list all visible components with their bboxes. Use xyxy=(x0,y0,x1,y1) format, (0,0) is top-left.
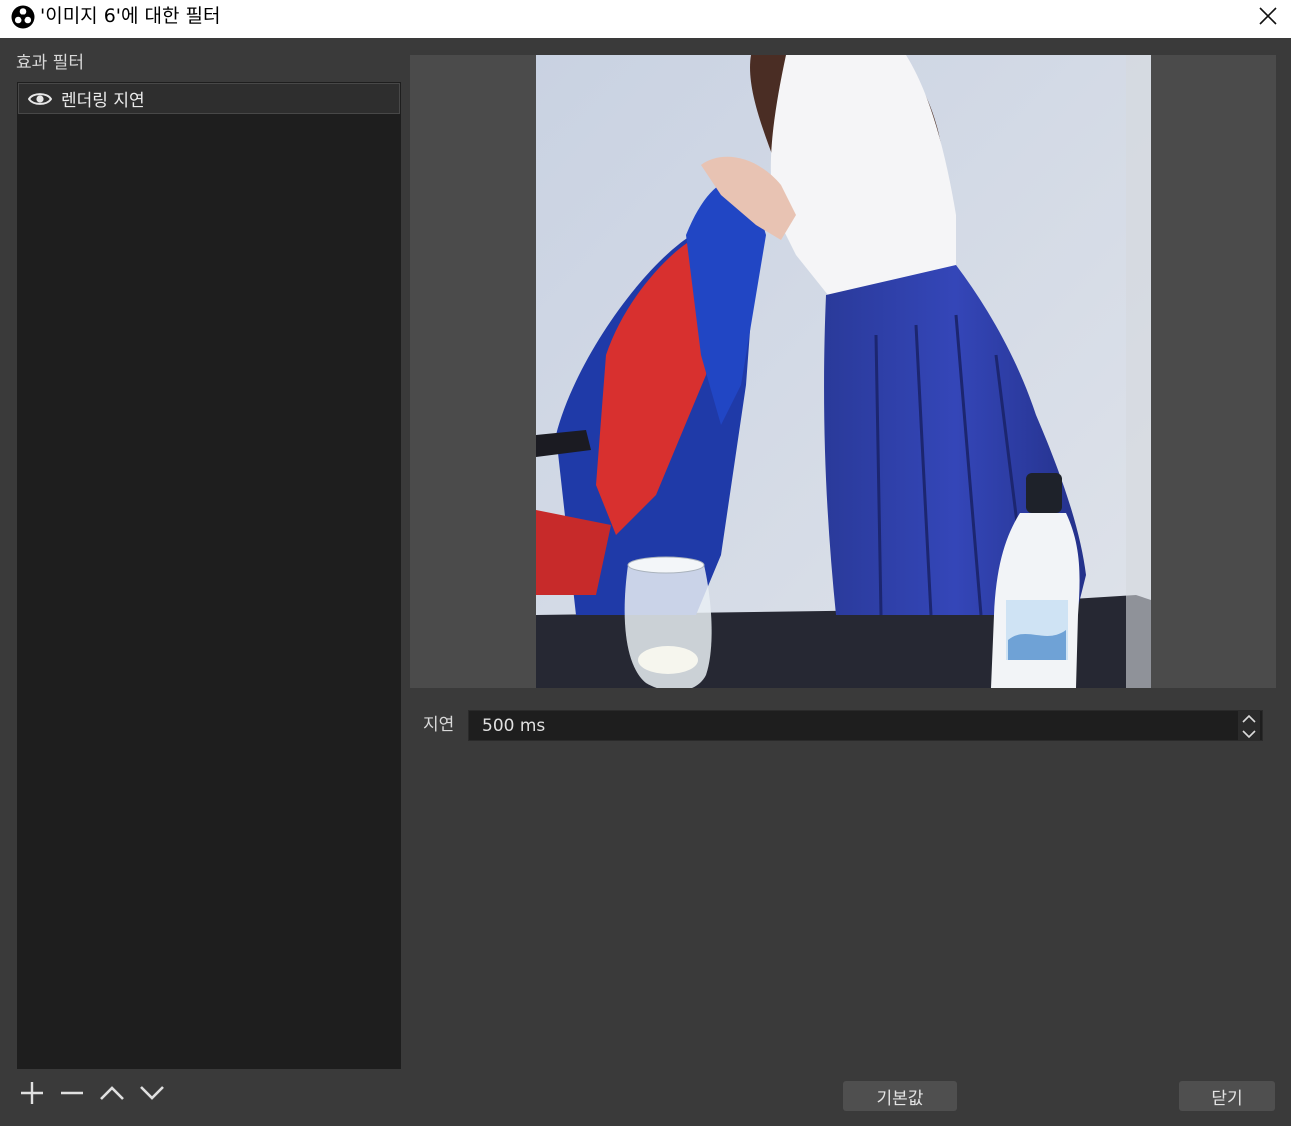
delay-increment-button[interactable] xyxy=(1238,711,1260,726)
filter-list[interactable]: 렌더링 지연 xyxy=(17,82,401,1069)
delay-decrement-button[interactable] xyxy=(1238,726,1260,741)
filter-list-controls xyxy=(17,1078,167,1112)
close-window-button[interactable] xyxy=(1250,0,1286,32)
chevron-up-icon xyxy=(1242,714,1256,723)
close-icon xyxy=(1259,7,1277,25)
add-filter-button[interactable] xyxy=(17,1078,47,1108)
filter-item-render-delay[interactable]: 렌더링 지연 xyxy=(18,83,400,114)
add-icon xyxy=(21,1082,43,1104)
preview-image xyxy=(536,55,1151,688)
move-filter-up-button[interactable] xyxy=(97,1078,127,1108)
chevron-up-icon xyxy=(100,1086,124,1100)
remove-filter-button[interactable] xyxy=(57,1078,87,1108)
close-button[interactable]: 닫기 xyxy=(1179,1081,1275,1111)
title-bar: '이미지 6'에 대한 필터 xyxy=(0,0,1291,38)
window-title: '이미지 6'에 대한 필터 xyxy=(40,5,221,27)
obs-logo-icon xyxy=(11,5,35,29)
filter-item-label: 렌더링 지연 xyxy=(61,91,145,111)
defaults-button[interactable]: 기본값 xyxy=(843,1081,957,1111)
visibility-toggle[interactable] xyxy=(28,91,52,107)
eye-icon xyxy=(28,92,52,105)
remove-icon xyxy=(61,1091,83,1095)
delay-label: 지연 xyxy=(423,715,455,735)
chevron-down-icon xyxy=(1242,729,1256,738)
delay-input[interactable] xyxy=(468,710,1263,741)
move-filter-down-button[interactable] xyxy=(137,1078,167,1108)
effect-filters-heading: 효과 필터 xyxy=(16,53,84,73)
chevron-down-icon xyxy=(140,1086,164,1100)
